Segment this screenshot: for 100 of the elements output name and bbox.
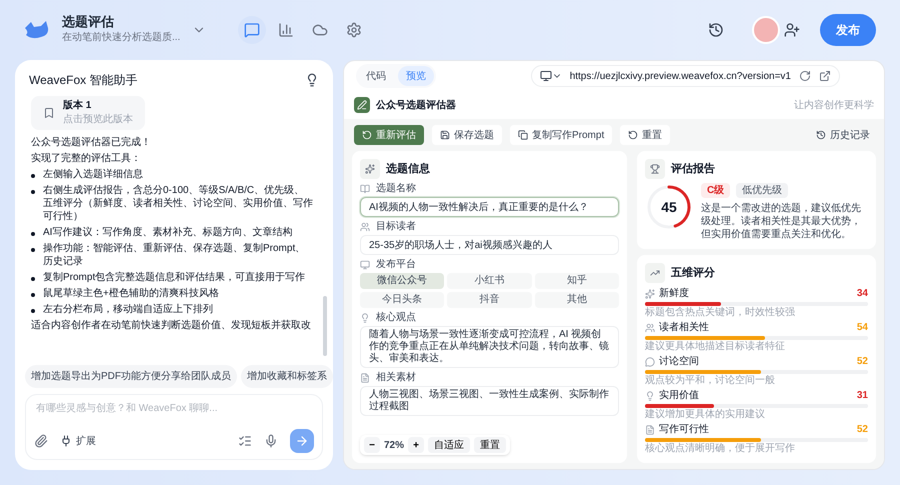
- save-icon: [440, 130, 450, 140]
- reset-icon: [628, 130, 638, 140]
- external-link-icon[interactable]: [819, 70, 831, 82]
- card-title: 选题信息: [386, 162, 430, 177]
- file-icon: [645, 424, 655, 434]
- bullet-text: 操作功能：智能评估、重新评估、保存选题、复制Prompt、历史记录: [43, 242, 306, 268]
- reset-zoom-button[interactable]: 重置: [474, 437, 506, 453]
- history-icon: [816, 130, 826, 140]
- dimension-name: 实用价值: [659, 390, 699, 402]
- suggestion-chip[interactable]: 增加选题导出为PDF功能方便分享给团队成员: [25, 365, 237, 388]
- report-summary: 这是一个需改进的选题，建议低优先级处理。读者相关性是其最大优势，但实用价值需要重点关注和优化。: [701, 202, 862, 241]
- history-button[interactable]: 历史记录: [812, 125, 874, 145]
- platform-option[interactable]: 抖音: [447, 292, 532, 308]
- dimension-name: 讨论空间: [659, 356, 699, 368]
- card-title: 评估报告: [671, 162, 715, 177]
- platform-option[interactable]: 今日头条: [360, 292, 444, 308]
- message-text: 实现了完整的评估工具：: [31, 152, 142, 165]
- card-title: 五维评分: [671, 266, 715, 281]
- platform-option[interactable]: 微信公众号: [360, 273, 444, 289]
- bullet-text: 鼠尾草绿主色+橙色辅助的清爽科技风格: [43, 287, 219, 300]
- platform-option[interactable]: 知乎: [534, 273, 619, 289]
- copy-icon: [518, 130, 528, 140]
- text-field[interactable]: AI视频的人物一致性解决后，真正重要的是什么？: [360, 197, 619, 217]
- app-logo-icon: [354, 97, 370, 113]
- zoom-in-button[interactable]: +: [408, 437, 424, 453]
- reevaluate-button[interactable]: 重新评估: [354, 125, 424, 145]
- assistant-title: WeaveFox 智能助手: [29, 72, 138, 89]
- suggestion-chip[interactable]: 增加收藏和标签系: [241, 365, 333, 388]
- checklist-icon[interactable]: [238, 434, 252, 448]
- version-hint: 点击预览此版本: [63, 114, 133, 126]
- history-icon[interactable]: [708, 22, 724, 38]
- users-icon: [645, 322, 655, 332]
- chat-input[interactable]: 有哪些灵感与创意？和 WeaveFox 聊聊...: [26, 395, 322, 429]
- toolbar-button[interactable]: 保存选题: [432, 125, 502, 145]
- bullet-text: 左侧输入选题详细信息: [43, 168, 143, 181]
- chat-icon[interactable]: [238, 16, 266, 44]
- url-text[interactable]: https://uezjlcxivy.preview.weavefox.cn?version=v1: [570, 68, 791, 84]
- add-user-icon[interactable]: [784, 22, 800, 38]
- users-icon: [360, 222, 370, 232]
- dimension-score: 54: [856, 322, 868, 334]
- bookmark-icon: [43, 107, 55, 119]
- bullet-text: AI写作建议：写作角度、素材补充、标题方向、文章结构: [43, 226, 292, 239]
- project-subtitle: 在动笔前快速分析选题质...: [62, 30, 180, 45]
- paperclip-icon[interactable]: [34, 434, 48, 448]
- lightbulb-icon: [645, 390, 655, 400]
- mic-icon[interactable]: [264, 434, 278, 448]
- toolbar-button[interactable]: 重置: [620, 125, 670, 145]
- dimension-name: 新鲜度: [659, 288, 689, 300]
- platform-option[interactable]: 小红书: [447, 273, 532, 289]
- dimension-score: 52: [856, 424, 868, 436]
- text-area[interactable]: 随着人物与场景一致性逐渐变成可控流程，AI 视频创作的竞争重点正在从单纯解决技术问题，转向故事、镜头、审美和表达。: [360, 326, 619, 368]
- toolbar-button[interactable]: 复制写作Prompt: [510, 125, 612, 145]
- monitor-icon[interactable]: [540, 70, 552, 82]
- dimension-score: 52: [856, 356, 868, 368]
- field-label: 目标读者: [376, 220, 416, 232]
- monitor-icon: [360, 260, 370, 270]
- version-title: 版本 1: [63, 100, 92, 112]
- extend-button[interactable]: 扩展: [60, 434, 96, 448]
- project-title: 选题评估: [62, 14, 115, 30]
- version-card[interactable]: 版本 1 点击预览此版本: [31, 96, 145, 130]
- dimension-score: 31: [856, 390, 868, 402]
- book-icon: [360, 184, 370, 194]
- field-label: 发布平台: [376, 258, 416, 270]
- chat-input-box[interactable]: 有哪些灵感与创意？和 WeaveFox 聊聊... 扩展: [25, 394, 323, 460]
- dimension-name: 写作可行性: [659, 424, 709, 436]
- tab[interactable]: 代码: [358, 66, 394, 86]
- lightbulb-icon[interactable]: [305, 73, 319, 87]
- sparkle-icon: [360, 159, 380, 179]
- dimension-note: 标题包含热点关键词，时效性较强: [645, 307, 796, 319]
- logo-icon: [24, 20, 50, 40]
- refresh-icon: [362, 130, 372, 140]
- dimension-note: 建议更具体地描述目标读者特征: [645, 341, 786, 353]
- file-icon: [360, 372, 370, 382]
- trophy-icon: [645, 159, 665, 179]
- trend-icon: [645, 263, 665, 283]
- dimension-name: 读者相关性: [659, 322, 709, 334]
- publish-button[interactable]: 发布: [820, 14, 876, 46]
- field-label: 选题名称: [376, 182, 416, 194]
- score-value: 45: [661, 199, 677, 215]
- refresh-icon[interactable]: [799, 70, 811, 82]
- dimension-score: 34: [856, 288, 868, 300]
- lightbulb-icon: [360, 312, 370, 322]
- text-field[interactable]: 25-35岁的职场人士，对ai视频感兴趣的人: [360, 235, 619, 255]
- bullet-text: 复制Prompt包含完整选题信息和评估结果，可直接用于写作: [43, 271, 306, 284]
- dimension-note: 建议增加更具体的实用建议: [645, 409, 766, 421]
- speech-bubble-icon: [645, 356, 655, 366]
- app-tagline: 让内容创作更科学: [794, 98, 874, 112]
- bullet-text: 左右分栏布局，移动端自适应上下排列: [43, 303, 213, 316]
- dimension-note: 观点较为平和，讨论空间一般: [645, 375, 776, 387]
- text-area[interactable]: 人物三视图、场景三视图、一致性生成案例、实际制作过程截图: [360, 386, 619, 416]
- app-title: 公众号选题评估器: [376, 98, 456, 112]
- grade-badge: C级: [701, 183, 730, 198]
- message-text: 公众号选题评估器已完成！: [31, 136, 152, 149]
- bullet-text: 右侧生成评估报告，含总分0-100、等级S/A/B/C、优先级、五维评分（新鲜度、读者相关性、讨论空间、实用价值、写作可行性）: [43, 184, 313, 223]
- zoom-out-button[interactable]: −: [364, 437, 380, 453]
- platform-option[interactable]: 其他: [534, 292, 619, 308]
- plug-icon: [60, 435, 72, 447]
- send-icon: [295, 434, 309, 448]
- scrollbar[interactable]: [323, 296, 327, 356]
- fit-button[interactable]: 自适应: [428, 437, 470, 453]
